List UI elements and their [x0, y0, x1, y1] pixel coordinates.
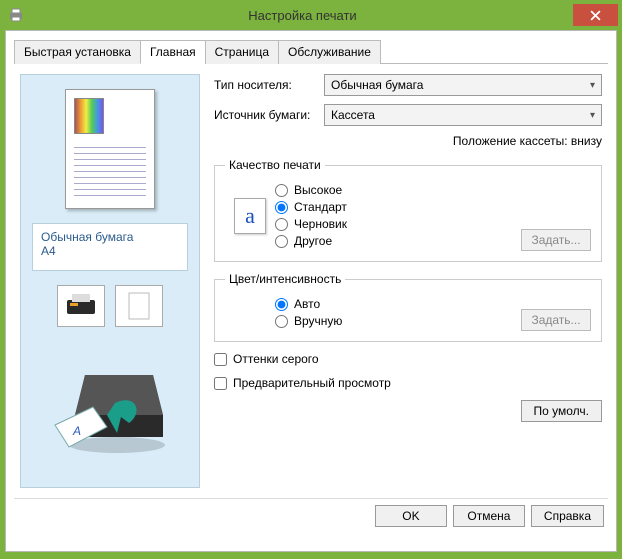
media-type-label: Тип носителя: [214, 78, 324, 92]
ok-button[interactable]: OK [375, 505, 447, 527]
text-lines-icon [74, 142, 146, 201]
color-manual-label: Вручную [294, 314, 342, 328]
preview-label: Предварительный просмотр [233, 376, 391, 390]
quality-standard-label: Стандарт [294, 200, 347, 214]
print-quality-group: Качество печати a Высокое Стандарт [214, 158, 602, 262]
media-info-box: Обычная бумага A4 [32, 223, 188, 271]
quality-high-label: Высокое [294, 183, 342, 197]
page-thumb[interactable] [115, 285, 163, 327]
quality-draft-label: Черновик [294, 217, 347, 231]
color-set-button: Задать... [521, 309, 591, 331]
print-quality-legend: Качество печати [225, 158, 325, 172]
close-button[interactable] [573, 4, 618, 26]
color-swatch-icon [74, 98, 104, 134]
media-type-select[interactable]: Обычная бумага ▾ [324, 74, 602, 96]
dialog-body: Быстрая установка Главная Страница Обслу… [5, 30, 617, 552]
media-size-text: A4 [41, 244, 179, 258]
tab-content: Обычная бумага A4 [14, 64, 608, 494]
color-manual-input[interactable] [275, 315, 288, 328]
defaults-button[interactable]: По умолч. [521, 400, 602, 422]
printer-icon [8, 7, 24, 23]
page-small-icon [128, 292, 150, 320]
media-type-value: Обычная бумага [331, 78, 423, 92]
option-thumbnails [57, 285, 163, 327]
chevron-down-icon: ▾ [590, 110, 595, 121]
media-type-text: Обычная бумага [41, 230, 179, 244]
letter-a-icon: a [234, 198, 266, 234]
title-bar: Настройка печати [0, 0, 622, 30]
cassette-position-note: Положение кассеты: внизу [214, 134, 602, 148]
settings-pane: Тип носителя: Обычная бумага ▾ Источник … [200, 74, 602, 488]
help-button[interactable]: Справка [531, 505, 604, 527]
paper-source-row: Источник бумаги: Кассета ▾ [214, 104, 602, 126]
quality-draft-input[interactable] [275, 218, 288, 231]
svg-text:A: A [72, 424, 81, 438]
quality-high-radio[interactable]: Высокое [275, 183, 591, 197]
quality-icon-wrap: a [225, 180, 275, 251]
color-intensity-legend: Цвет/интенсивность [225, 272, 345, 286]
tab-page[interactable]: Страница [205, 40, 279, 64]
quality-standard-radio[interactable]: Стандарт [275, 200, 591, 214]
tab-main[interactable]: Главная [140, 40, 206, 64]
grayscale-input[interactable] [214, 353, 227, 366]
grayscale-label: Оттенки серого [233, 352, 319, 366]
preview-checkbox[interactable]: Предварительный просмотр [214, 376, 602, 390]
printer-illustration: A [45, 355, 175, 458]
page-preview [65, 89, 155, 209]
printer-thumb[interactable] [57, 285, 105, 327]
quality-other-input[interactable] [275, 235, 288, 248]
close-icon [590, 10, 601, 21]
dialog-footer: OK Отмена Справка [14, 498, 608, 527]
quality-standard-input[interactable] [275, 201, 288, 214]
quality-set-button: Задать... [521, 229, 591, 251]
quality-high-input[interactable] [275, 184, 288, 197]
preview-pane: Обычная бумага A4 [20, 74, 200, 488]
color-intensity-group: Цвет/интенсивность Авто Вручную [214, 272, 602, 342]
color-auto-input[interactable] [275, 298, 288, 311]
color-auto-label: Авто [294, 297, 320, 311]
paper-source-select[interactable]: Кассета ▾ [324, 104, 602, 126]
window-title: Настройка печати [32, 8, 573, 23]
paper-source-value: Кассета [331, 108, 375, 122]
quality-other-label: Другое [294, 234, 332, 248]
tab-service[interactable]: Обслуживание [278, 40, 381, 64]
paper-source-label: Источник бумаги: [214, 108, 324, 122]
preview-input[interactable] [214, 377, 227, 390]
printer-small-icon [64, 292, 98, 320]
media-type-row: Тип носителя: Обычная бумага ▾ [214, 74, 602, 96]
cancel-button[interactable]: Отмена [453, 505, 525, 527]
chevron-down-icon: ▾ [590, 80, 595, 91]
grayscale-checkbox[interactable]: Оттенки серого [214, 352, 602, 366]
tab-strip: Быстрая установка Главная Страница Обслу… [14, 39, 608, 64]
tab-quick-setup[interactable]: Быстрая установка [14, 40, 141, 64]
